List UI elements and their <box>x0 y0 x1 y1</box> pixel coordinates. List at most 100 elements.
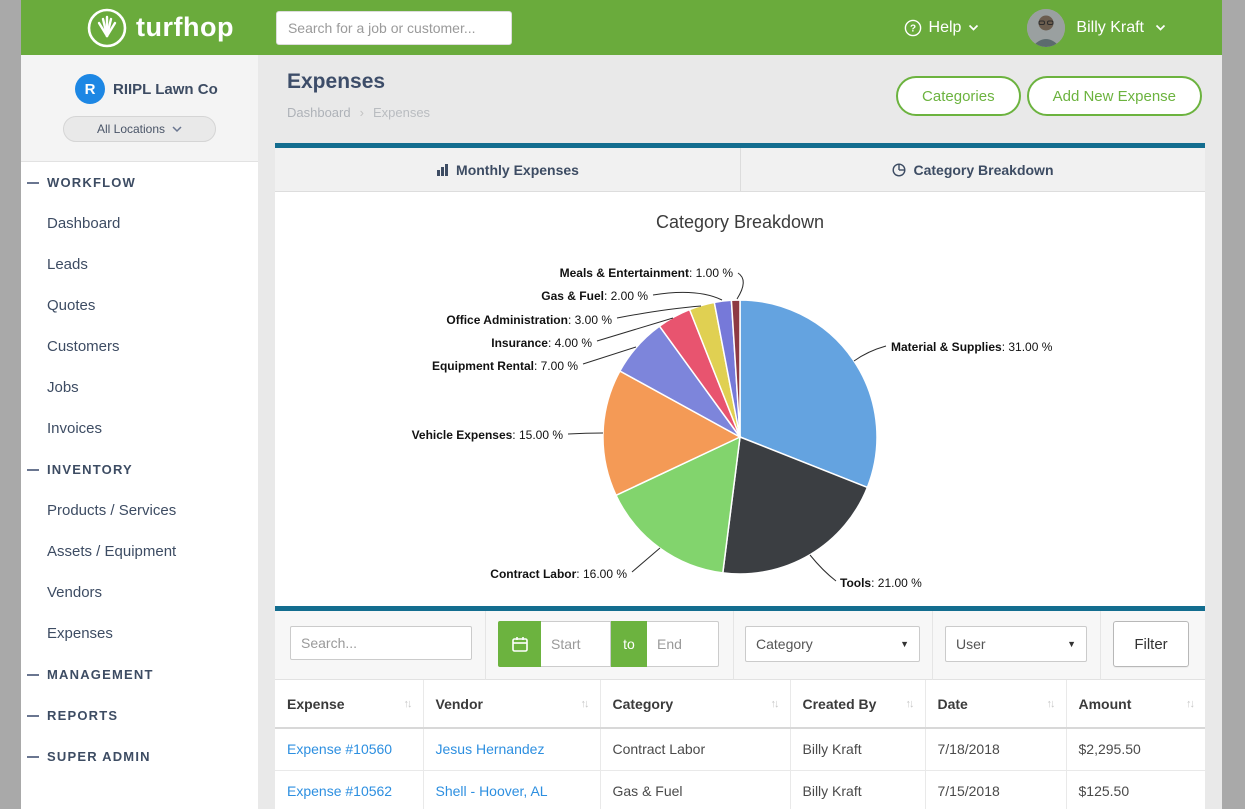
calendar-button[interactable] <box>498 621 541 667</box>
cell-vendor: Jesus Hernandez <box>423 728 600 770</box>
help-menu[interactable]: ? Help <box>904 19 980 37</box>
sidebar-item-leads[interactable]: Leads <box>21 244 258 285</box>
sidebar-company-block: R RIIPL Lawn Co All Locations <box>21 55 258 162</box>
help-label: Help <box>929 19 962 37</box>
avatar <box>1027 9 1065 47</box>
nav-section-reports[interactable]: REPORTS <box>21 695 258 736</box>
sidebar-nav: WORKFLOWDashboardLeadsQuotesCustomersJob… <box>21 162 258 777</box>
add-new-expense-button[interactable]: Add New Expense <box>1027 76 1202 116</box>
tab-monthly-expenses[interactable]: Monthly Expenses <box>275 148 740 191</box>
sidebar-item-vendors[interactable]: Vendors <box>21 572 258 613</box>
company-name: RIIPL Lawn Co <box>113 81 218 98</box>
pie-chart: Material & Supplies: 31.00 % Tools: 21.00… <box>275 192 1205 606</box>
section-label: REPORTS <box>47 708 118 723</box>
window-scrollbar-edge[interactable] <box>1222 0 1245 809</box>
expenses-table: Expense↑↓Vendor↑↓Category↑↓Created By↑↓D… <box>275 680 1205 809</box>
chart-title: Category Breakdown <box>275 212 1205 233</box>
tab-category-breakdown[interactable]: Category Breakdown <box>740 148 1205 191</box>
location-selector[interactable]: All Locations <box>63 116 216 142</box>
sidebar-item-jobs[interactable]: Jobs <box>21 367 258 408</box>
chart-tabs: Monthly Expenses Category Breakdown <box>275 143 1205 192</box>
nav-section-inventory[interactable]: INVENTORY <box>21 449 258 490</box>
page-title: Expenses <box>287 70 385 94</box>
column-header-expense[interactable]: Expense ↑↓ <box>275 680 423 728</box>
sidebar-item-dashboard[interactable]: Dashboard <box>21 203 258 244</box>
nav-section-workflow[interactable]: WORKFLOW <box>21 162 258 203</box>
expense-link[interactable]: Expense #10562 <box>287 783 392 799</box>
column-header-created-by[interactable]: Created By↑↓ <box>790 680 925 728</box>
category-select[interactable]: Category ▼ <box>745 626 920 662</box>
date-end-input[interactable] <box>647 621 719 667</box>
column-header-amount[interactable]: Amount ↑↓ <box>1066 680 1205 728</box>
calendar-icon <box>511 635 529 653</box>
nav-section-super-admin[interactable]: SUPER ADMIN <box>21 736 258 777</box>
expense-link[interactable]: Expense #10560 <box>287 741 392 757</box>
categories-button[interactable]: Categories <box>896 76 1021 116</box>
pie-label-tools: Tools: 21.00 % <box>840 576 922 590</box>
sort-icon[interactable]: ↑↓ <box>906 698 913 710</box>
sidebar-item-assets-equipment[interactable]: Assets / Equipment <box>21 531 258 572</box>
sidebar-item-customers[interactable]: Customers <box>21 326 258 367</box>
tab-monthly-label: Monthly Expenses <box>456 162 579 178</box>
sidebar-item-products-services[interactable]: Products / Services <box>21 490 258 531</box>
sort-icon[interactable]: ↑↓ <box>771 698 778 710</box>
brand-logo[interactable]: turfhop <box>87 8 234 48</box>
sort-icon[interactable]: ↑↓ <box>581 698 588 710</box>
section-dashes-icon <box>27 469 39 471</box>
pie-label-line <box>568 433 603 434</box>
filter-button[interactable]: Filter <box>1113 621 1189 667</box>
breadcrumb-parent[interactable]: Dashboard <box>287 105 351 120</box>
user-select[interactable]: User ▼ <box>945 626 1087 662</box>
column-header-category[interactable]: Category↑↓ <box>600 680 790 728</box>
sidebar-item-expenses[interactable]: Expenses <box>21 613 258 654</box>
column-label: Expense <box>287 696 345 712</box>
table-row: Expense #10562Shell - Hoover, ALGas & Fu… <box>275 770 1205 809</box>
bar-chart-icon <box>436 163 449 176</box>
cell-date: 7/18/2018 <box>925 728 1066 770</box>
section-dashes-icon <box>27 674 39 676</box>
column-header-date[interactable]: Date↑↓ <box>925 680 1066 728</box>
pie-label-gas-fuel: Gas & Fuel: 2.00 % <box>541 289 648 303</box>
pie-chart-icon <box>892 163 906 177</box>
pie-label-material-supplies: Material & Supplies: 31.00 % <box>891 340 1053 354</box>
column-header-vendor[interactable]: Vendor↑↓ <box>423 680 600 728</box>
date-to-label: to <box>611 621 647 667</box>
table-search-input[interactable] <box>290 626 472 660</box>
cell-vendor: Shell - Hoover, AL <box>423 770 600 809</box>
cell-amount: $2,295.50 <box>1066 728 1205 770</box>
table-header-row: Expense↑↓Vendor↑↓Category↑↓Created By↑↓D… <box>275 680 1205 728</box>
sidebar: R RIIPL Lawn Co All Locations WORKFLOWDa… <box>21 55 258 809</box>
date-start-input[interactable] <box>541 621 611 667</box>
section-dashes-icon <box>27 756 39 758</box>
main-content: Expenses Dashboard › Expenses Categories… <box>258 55 1222 809</box>
nav-section-management[interactable]: MANAGEMENT <box>21 654 258 695</box>
sort-icon[interactable]: ↑↓ <box>404 698 411 710</box>
section-dashes-icon <box>27 182 39 184</box>
breadcrumb-separator-icon: › <box>360 105 364 120</box>
vendor-link[interactable]: Shell - Hoover, AL <box>436 783 548 799</box>
filter-divider <box>733 611 734 680</box>
sort-icon[interactable]: ↑↓ <box>1047 698 1054 710</box>
section-label: MANAGEMENT <box>47 667 154 682</box>
filter-divider <box>932 611 933 680</box>
cell-expense: Expense #10562 <box>275 770 423 809</box>
pie-label-vehicle-expenses: Vehicle Expenses: 15.00 % <box>412 428 564 442</box>
pie-label-line <box>810 555 836 581</box>
pie-label-equipment-rental: Equipment Rental: 7.00 % <box>432 359 578 373</box>
vendor-link[interactable]: Jesus Hernandez <box>436 741 545 757</box>
column-label: Amount <box>1079 696 1132 712</box>
sort-icon[interactable]: ↑↓ <box>1186 698 1193 710</box>
sidebar-item-quotes[interactable]: Quotes <box>21 285 258 326</box>
company[interactable]: R RIIPL Lawn Co <box>75 74 218 104</box>
brand-name: turfhop <box>136 12 234 43</box>
cell-created-by: Billy Kraft <box>790 728 925 770</box>
cell-expense: Expense #10560 <box>275 728 423 770</box>
header-right: ? Help Billy Kraft <box>904 9 1166 47</box>
section-label: SUPER ADMIN <box>47 749 151 764</box>
sidebar-item-invoices[interactable]: Invoices <box>21 408 258 449</box>
pie-label-line <box>653 292 722 300</box>
user-menu[interactable]: Billy Kraft <box>1027 9 1166 47</box>
global-search-input[interactable] <box>276 11 512 45</box>
category-select-value: Category <box>756 636 813 652</box>
filter-divider <box>485 611 486 680</box>
